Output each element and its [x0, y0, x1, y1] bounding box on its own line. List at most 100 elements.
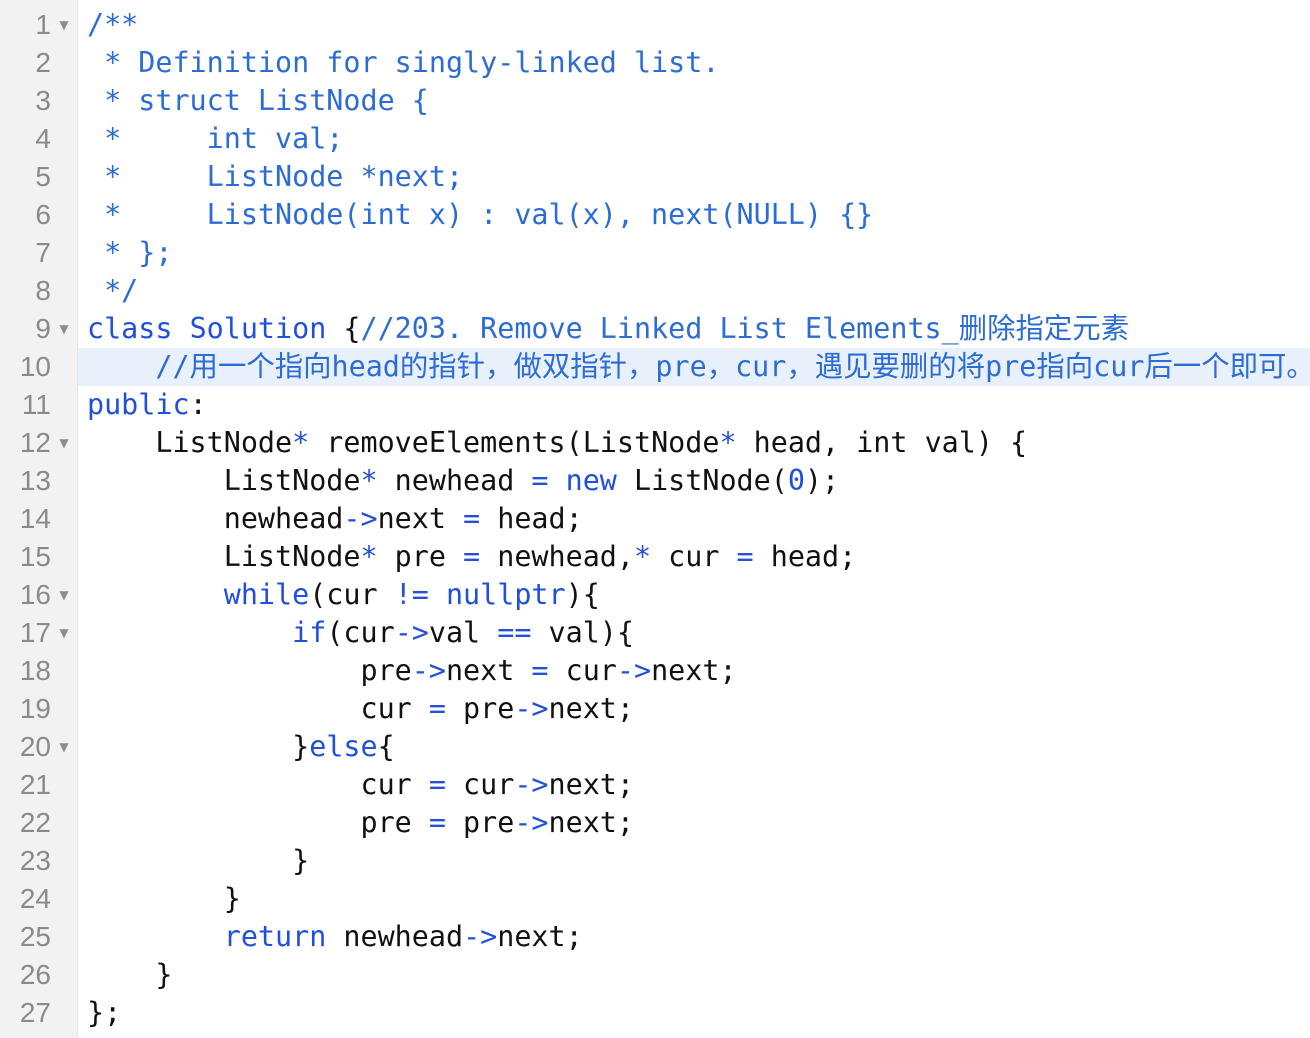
code-line[interactable]: 15 ListNode* pre = newhead,* cur = head; [0, 538, 1310, 576]
code-token: ListNode [87, 426, 293, 459]
code-line[interactable]: 24 } [0, 880, 1310, 918]
code-line[interactable]: 3 * struct ListNode { [0, 82, 1310, 120]
code-text[interactable]: ListNode* newhead = new ListNode(0); [78, 462, 1310, 500]
code-line[interactable]: 9 ▼ class Solution {//203. Remove Linked L… [0, 310, 1310, 348]
code-line[interactable]: 2 * Definition for singly-linked list. [0, 44, 1310, 82]
code-line[interactable]: 7 * }; [0, 234, 1310, 272]
code-line[interactable]: 1 ▼ /** [0, 6, 1310, 44]
code-text[interactable]: class Solution {//203. Remove Linked Lis… [78, 310, 1310, 348]
code-text[interactable]: cur = cur->next; [78, 766, 1310, 804]
code-token: ListNode [87, 464, 361, 497]
code-editor[interactable]: 1 ▼/** 2 * Definition for singly-linked li… [0, 0, 1310, 1038]
code-token: * ListNode(int x) : val(x), next(NULL) {… [87, 198, 874, 231]
code-line[interactable]: 10 //用一个指向head的指针，做双指针，pre，cur，遇见要删的将pre… [0, 348, 1310, 386]
code-lines[interactable]: 1 ▼/** 2 * Definition for singly-linked li… [0, 6, 1310, 1032]
code-text[interactable]: * ListNode(int x) : val(x), next(NULL) {… [78, 196, 1310, 234]
code-text[interactable]: public: [78, 386, 1310, 424]
code-line[interactable]: 13 ListNode* newhead = new ListNode(0); [0, 462, 1310, 500]
code-line[interactable]: 20 ▼ }else{ [0, 728, 1310, 766]
code-token: = [428, 768, 446, 801]
fold-arrow-icon[interactable]: ▼ [57, 614, 71, 652]
code-token: = [428, 692, 446, 725]
code-text[interactable]: * Definition for singly-linked list. [78, 44, 1310, 82]
code-token: pre [445, 692, 515, 725]
code-text[interactable]: ListNode* removeElements(ListNode* head,… [78, 424, 1310, 462]
code-token: //203. Remove Linked List Elements_删除指定元… [360, 312, 1130, 345]
code-token: = [463, 502, 481, 535]
line-number: 8 [35, 275, 51, 306]
code-token: /** [87, 8, 139, 41]
code-line[interactable]: 12 ▼ ListNode* removeElements(ListNode* h… [0, 424, 1310, 462]
code-text[interactable]: * ListNode *next; [78, 158, 1310, 196]
line-number: 13 [19, 465, 51, 496]
code-token: }; [87, 996, 122, 1029]
code-token: next; [548, 768, 634, 801]
code-token: //用一个指向head的指针，做双指针，pre，cur，遇见要删的将pre指向c… [155, 350, 1310, 383]
code-text[interactable]: pre->next = cur->next; [78, 652, 1310, 690]
code-line[interactable]: 26 } [0, 956, 1310, 994]
code-token: = [463, 540, 481, 573]
code-text[interactable]: */ [78, 272, 1310, 310]
code-token: pre [445, 806, 515, 839]
code-line[interactable]: 6 * ListNode(int x) : val(x), next(NULL)… [0, 196, 1310, 234]
code-text[interactable]: /** [78, 6, 1310, 44]
code-text[interactable]: } [78, 842, 1310, 880]
code-token: nullptr [445, 578, 566, 611]
code-line[interactable]: 14 newhead->next = head; [0, 500, 1310, 538]
code-token: = [428, 806, 446, 839]
code-token: * [633, 540, 652, 573]
code-text[interactable]: } [78, 880, 1310, 918]
code-line[interactable]: 22 pre = pre->next; [0, 804, 1310, 842]
line-number: 26 [19, 959, 51, 990]
code-line[interactable]: 19 cur = pre->next; [0, 690, 1310, 728]
line-number: 24 [19, 883, 51, 914]
code-token: * [360, 540, 378, 573]
code-line[interactable]: 16 ▼ while(cur != nullptr){ [0, 576, 1310, 614]
code-text[interactable]: }; [78, 994, 1310, 1032]
code-text[interactable]: * }; [78, 234, 1310, 272]
code-text[interactable]: }else{ [78, 728, 1310, 766]
code-line[interactable]: 4 * int val; [0, 120, 1310, 158]
code-line[interactable]: 23 } [0, 842, 1310, 880]
fold-arrow-icon[interactable]: ▼ [57, 728, 71, 766]
line-number: 12 [19, 427, 51, 458]
code-line[interactable]: 17 ▼ if(cur->val == val){ [0, 614, 1310, 652]
code-text[interactable]: while(cur != nullptr){ [78, 576, 1310, 614]
code-line[interactable]: 5 * ListNode *next; [0, 158, 1310, 196]
fold-arrow-icon[interactable]: ▼ [57, 6, 71, 44]
code-text[interactable]: newhead->next = head; [78, 500, 1310, 538]
code-line[interactable]: 27}; [0, 994, 1310, 1032]
code-token: pre [87, 806, 429, 839]
code-token: cur [548, 654, 617, 687]
fold-arrow-icon[interactable]: ▼ [57, 424, 71, 462]
fold-arrow-icon[interactable]: ▼ [57, 576, 71, 614]
code-line[interactable]: 18 pre->next = cur->next; [0, 652, 1310, 690]
code-text[interactable]: //用一个指向head的指针，做双指针，pre，cur，遇见要删的将pre指向c… [78, 348, 1310, 386]
line-number: 1 [35, 9, 51, 40]
code-text[interactable]: * struct ListNode { [78, 82, 1310, 120]
code-text[interactable]: cur = pre->next; [78, 690, 1310, 728]
code-token: -> [343, 502, 378, 535]
line-number: 27 [19, 997, 51, 1028]
line-number: 21 [19, 769, 51, 800]
code-line[interactable]: 21 cur = cur->next; [0, 766, 1310, 804]
code-text[interactable]: pre = pre->next; [78, 804, 1310, 842]
fold-arrow-icon[interactable]: ▼ [57, 310, 71, 348]
code-text[interactable]: * int val; [78, 120, 1310, 158]
code-text[interactable]: ListNode* pre = newhead,* cur = head; [78, 538, 1310, 576]
code-text[interactable]: if(cur->val == val){ [78, 614, 1310, 652]
code-line[interactable]: 25 return newhead->next; [0, 918, 1310, 956]
code-text[interactable]: return newhead->next; [78, 918, 1310, 956]
code-text[interactable]: } [78, 956, 1310, 994]
code-line[interactable]: 8 */ [0, 272, 1310, 310]
code-token: new [565, 464, 617, 497]
code-line[interactable]: 11 public: [0, 386, 1310, 424]
code-token: next; [548, 692, 634, 725]
line-number: 2 [35, 47, 51, 78]
code-token: head; [753, 540, 857, 573]
